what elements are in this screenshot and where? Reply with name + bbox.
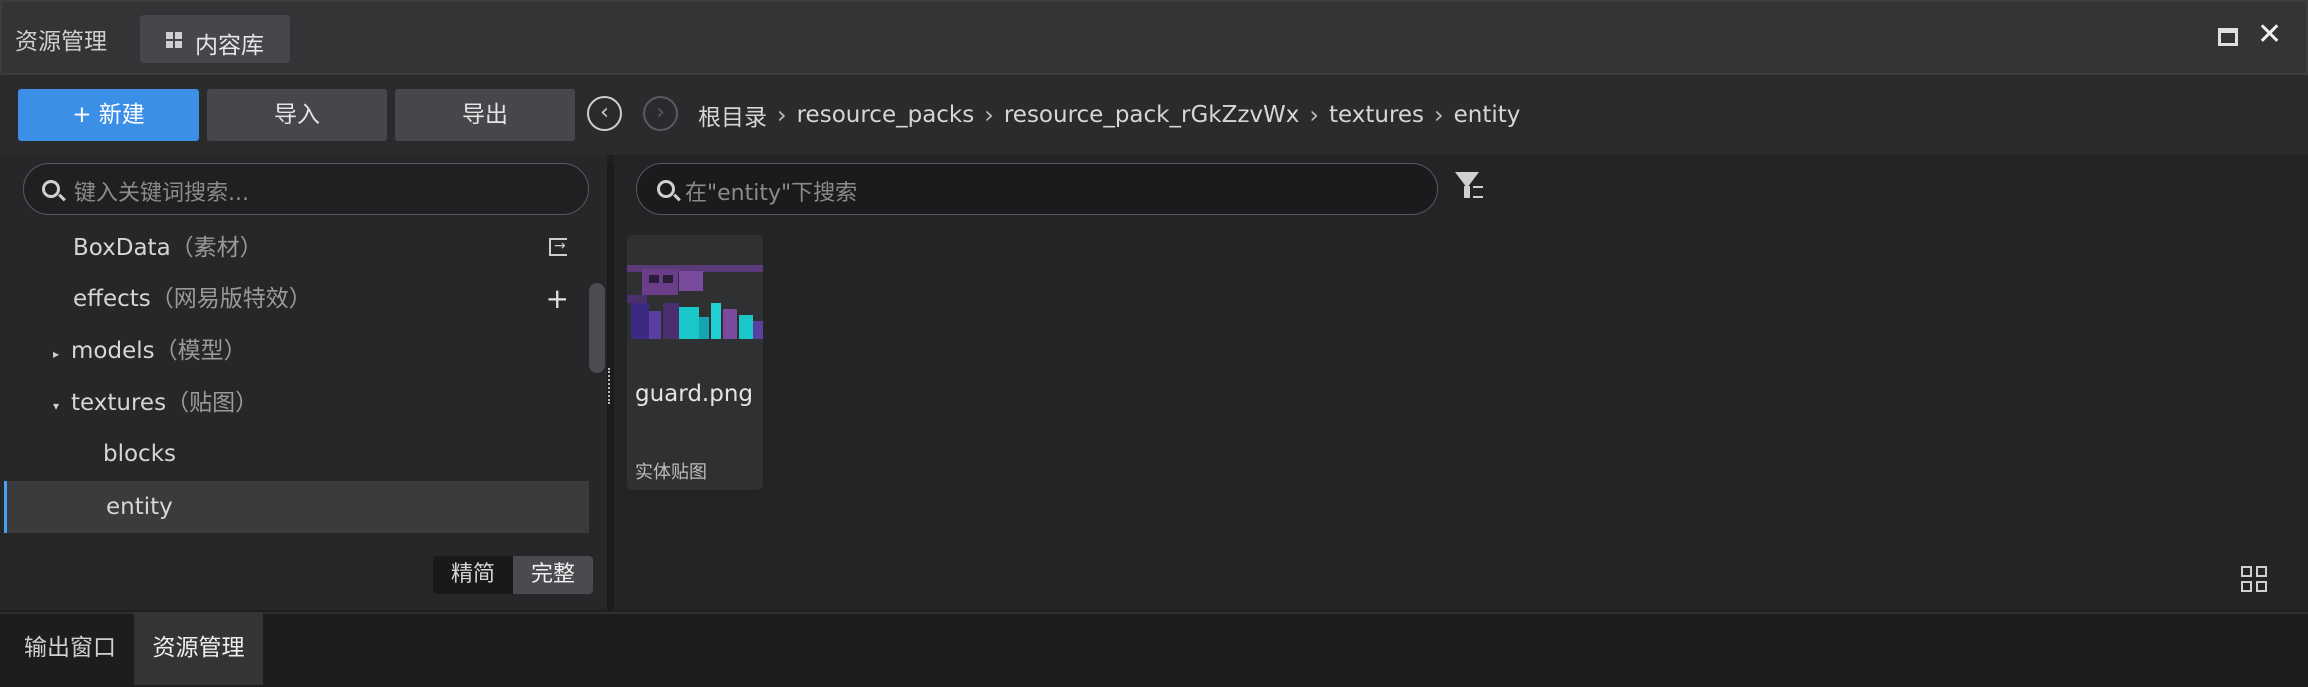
filter-icon[interactable] [1455,172,1483,202]
breadcrumb-root[interactable]: 根目录 [698,98,767,132]
export-icon[interactable] [549,220,567,272]
tab-content-library[interactable]: 内容库 [140,15,290,63]
tree-search-placeholder: 键入关键词搜索... [74,181,249,206]
tree-search-input[interactable]: 键入关键词搜索... [23,163,589,215]
search-icon [657,180,675,198]
file-type: 实体贴图 [635,462,707,483]
chevron-right-icon: › [1309,101,1319,129]
breadcrumb-resource-packs[interactable]: resource_packs [797,102,975,128]
tree-item-blocks[interactable]: blocks [4,428,589,480]
tree-item-label: blocks [103,441,177,467]
breadcrumb: 根目录 › resource_packs › resource_pack_rGk… [698,98,1520,132]
chevron-right-icon: › [984,101,994,129]
tab-label: 内容库 [195,33,264,59]
texture-thumbnail [627,235,763,365]
file-search-placeholder: 在"entity"下搜索 [685,181,858,206]
tree-item-entity[interactable]: entity [4,481,589,533]
close-icon[interactable]: ✕ [2257,20,2282,50]
breadcrumb-resource-pack[interactable]: resource_pack_rGkZzvWx [1004,102,1300,128]
tab-asset-manager[interactable]: 资源管理 [134,612,263,685]
plus-icon[interactable]: + [546,273,569,325]
file-card[interactable]: guard.png 实体贴图 [627,235,763,490]
collapse-arrow-icon[interactable]: ▾ [53,380,71,432]
file-search-input[interactable]: 在"entity"下搜索 [636,163,1438,215]
forward-icon[interactable]: › [643,96,678,131]
tree-item-sub: （贴图） [166,390,259,416]
drag-handle-icon [608,368,612,404]
tab-output-window[interactable]: 输出窗口 [12,612,128,685]
tree-item-label: models [71,338,155,364]
file-browser-panel [614,155,2308,610]
tree-scrollbar[interactable] [589,283,605,373]
expand-arrow-icon[interactable]: ▸ [53,328,71,380]
mode-simple-button[interactable]: 精简 [433,556,513,594]
tree-item-sub: （素材） [170,235,263,261]
tree-item-models[interactable]: ▸ models（模型） [4,325,589,377]
chevron-right-icon: › [1434,101,1444,129]
mode-full-button[interactable]: 完整 [513,556,593,594]
file-name: guard.png [635,381,754,407]
maximize-icon[interactable] [2218,28,2238,46]
tree-item-label: entity [106,494,173,520]
tree-item-label: effects [73,286,151,312]
tree-item-sub: （网易版特效） [150,286,312,312]
tree-mode-toggle: 精简 完整 [433,556,593,594]
tree-item-textures[interactable]: ▾ textures（贴图） [4,377,589,429]
tree-item-effects[interactable]: effects（网易版特效） + [4,273,589,325]
chevron-right-icon: › [777,101,787,129]
back-icon[interactable]: ‹ [587,96,622,131]
breadcrumb-entity[interactable]: entity [1454,102,1521,128]
new-button[interactable]: + 新建 [18,89,199,141]
title-bar [0,0,2308,75]
filter-lines [1473,186,1483,198]
tree-item-boxdata[interactable]: BoxData（素材） [4,220,589,274]
funnel-stem [1464,186,1470,198]
panel-splitter[interactable] [607,163,614,610]
bottom-tab-bar [0,612,2308,687]
tree-item-label: BoxData [73,235,171,261]
import-button[interactable]: 导入 [207,89,387,141]
export-button[interactable]: 导出 [395,89,575,141]
tree-item-sub: （模型） [154,338,247,364]
panel-title: 资源管理 [15,29,107,55]
search-icon [42,180,60,198]
breadcrumb-textures[interactable]: textures [1329,102,1424,128]
grid-view-icon[interactable] [2241,566,2269,594]
grid-icon [166,32,182,48]
tree-item-label: textures [71,390,167,416]
